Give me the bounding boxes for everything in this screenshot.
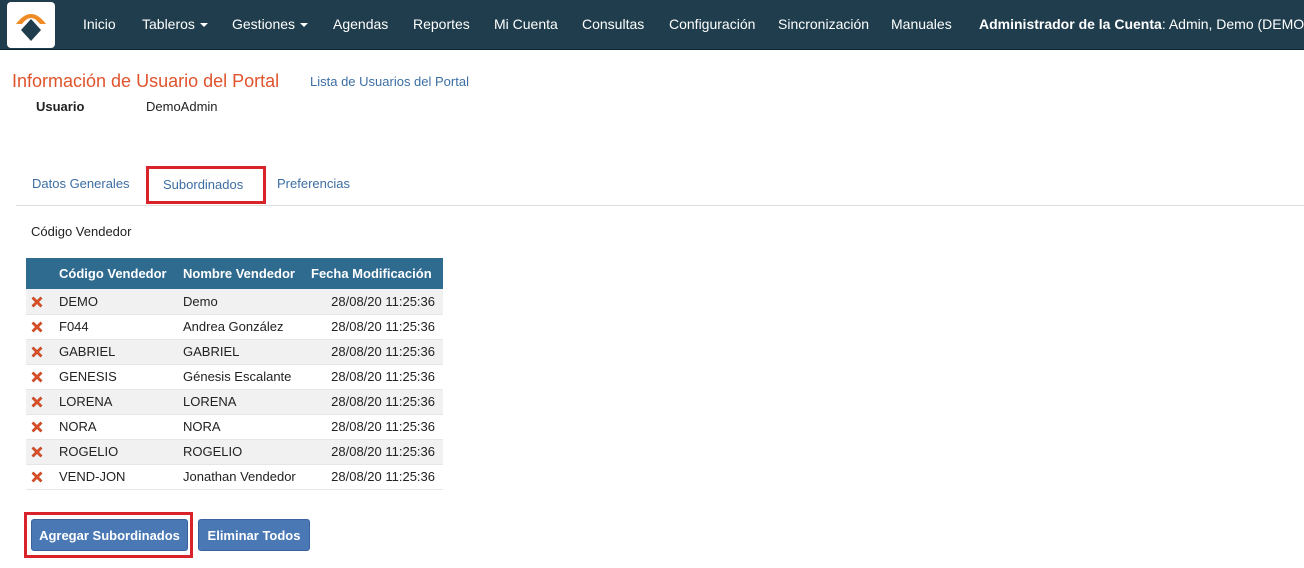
cell-fecha: 28/08/20 11:25:36 bbox=[305, 389, 443, 415]
table-row: NORA NORA 28/08/20 11:25:36 bbox=[26, 414, 443, 440]
nav-label: Inicio bbox=[83, 16, 116, 32]
nav-account-menu[interactable]: Administrador de la Cuenta: Admin, Demo … bbox=[979, 0, 1304, 50]
tab-datos-generales[interactable]: Datos Generales bbox=[32, 176, 130, 191]
brand-logo[interactable] bbox=[7, 2, 55, 48]
nav-label: Tableros bbox=[142, 16, 195, 32]
cell-nombre: Génesis Escalante bbox=[177, 364, 305, 390]
cell-nombre: Demo bbox=[177, 289, 305, 315]
cell-codigo: DEMO bbox=[53, 289, 177, 315]
nav-agendas[interactable]: Agendas bbox=[333, 0, 388, 50]
cell-fecha: 28/08/20 11:25:36 bbox=[305, 314, 443, 340]
cell-codigo: LORENA bbox=[53, 389, 177, 415]
portal-users-list-link[interactable]: Lista de Usuarios del Portal bbox=[310, 74, 469, 89]
table-header-row: Código Vendedor Nombre Vendedor Fecha Mo… bbox=[26, 258, 443, 289]
cell-codigo: GABRIEL bbox=[53, 339, 177, 365]
cell-codigo: F044 bbox=[53, 314, 177, 340]
row-action-cell bbox=[26, 339, 53, 365]
delete-x-icon[interactable] bbox=[30, 445, 44, 459]
cell-nombre: Jonathan Vendedor bbox=[177, 464, 305, 490]
cell-codigo: NORA bbox=[53, 414, 177, 440]
table-row: DEMO Demo 28/08/20 11:25:36 bbox=[26, 289, 443, 315]
row-action-cell bbox=[26, 364, 53, 390]
nav-consultas[interactable]: Consultas bbox=[582, 0, 644, 50]
cell-nombre: ROGELIO bbox=[177, 439, 305, 465]
row-action-cell bbox=[26, 439, 53, 465]
row-action-cell bbox=[26, 464, 53, 490]
header-action-col bbox=[26, 258, 53, 289]
nav-label: Configuración bbox=[669, 16, 756, 32]
nav-gestiones[interactable]: Gestiones bbox=[232, 0, 309, 50]
nav-reportes[interactable]: Reportes bbox=[413, 0, 470, 50]
row-action-cell bbox=[26, 289, 53, 315]
nav-tableros[interactable]: Tableros bbox=[142, 0, 208, 50]
nav-inicio[interactable]: Inicio bbox=[83, 0, 116, 50]
table-row: ROGELIO ROGELIO 28/08/20 11:25:36 bbox=[26, 439, 443, 465]
header-nombre[interactable]: Nombre Vendedor bbox=[177, 258, 305, 289]
cell-codigo: GENESIS bbox=[53, 364, 177, 390]
nav-label: Sincronización bbox=[778, 16, 870, 32]
table-row: LORENA LORENA 28/08/20 11:25:36 bbox=[26, 389, 443, 415]
caret-down-icon bbox=[300, 23, 309, 28]
nav-manuales[interactable]: Manuales bbox=[891, 0, 952, 50]
delete-all-button[interactable]: Eliminar Todos bbox=[198, 519, 310, 551]
cell-fecha: 28/08/20 11:25:36 bbox=[305, 414, 443, 440]
cell-codigo: ROGELIO bbox=[53, 439, 177, 465]
table-row: GENESIS Génesis Escalante 28/08/20 11:25:3… bbox=[26, 364, 443, 390]
account-role: Administrador de la Cuenta bbox=[979, 16, 1162, 32]
cell-fecha: 28/08/20 11:25:36 bbox=[305, 364, 443, 390]
delete-x-icon[interactable] bbox=[30, 370, 44, 384]
nav-label: Agendas bbox=[333, 16, 389, 32]
tab-subordinados[interactable]: Subordinados bbox=[163, 177, 243, 192]
row-action-cell bbox=[26, 389, 53, 415]
delete-x-icon[interactable] bbox=[30, 295, 44, 309]
cell-nombre: LORENA bbox=[177, 389, 305, 415]
cell-fecha: 28/08/20 11:25:36 bbox=[305, 439, 443, 465]
cell-nombre: GABRIEL bbox=[177, 339, 305, 365]
section-label: Código Vendedor bbox=[31, 224, 132, 239]
cell-fecha: 28/08/20 11:25:36 bbox=[305, 464, 443, 490]
row-action-cell bbox=[26, 314, 53, 340]
nav-configuracion[interactable]: Configuración bbox=[669, 0, 755, 50]
user-label: Usuario bbox=[36, 99, 85, 114]
nav-label: Manuales bbox=[891, 16, 952, 32]
cell-nombre: Andrea González bbox=[177, 314, 305, 340]
cell-nombre: NORA bbox=[177, 414, 305, 440]
user-value: DemoAdmin bbox=[146, 99, 218, 114]
tab-preferencias[interactable]: Preferencias bbox=[277, 176, 350, 191]
table-row: F044 Andrea González 28/08/20 11:25:36 bbox=[26, 314, 443, 340]
nav-label: Consultas bbox=[582, 16, 645, 32]
account-user: : Admin, Demo (DEMO) bbox=[1161, 16, 1304, 32]
cell-fecha: 28/08/20 11:25:36 bbox=[305, 289, 443, 315]
top-navbar: Inicio Tableros Gestiones Agendas Report… bbox=[0, 0, 1304, 50]
cell-codigo: VEND-JON bbox=[53, 464, 177, 490]
header-fecha[interactable]: Fecha Modificación bbox=[305, 258, 443, 289]
row-action-cell bbox=[26, 414, 53, 440]
header-codigo[interactable]: Código Vendedor bbox=[53, 258, 177, 289]
subordinates-table: Código Vendedor Nombre Vendedor Fecha Mo… bbox=[26, 258, 443, 490]
cell-fecha: 28/08/20 11:25:36 bbox=[305, 339, 443, 365]
page-title: Información de Usuario del Portal bbox=[12, 71, 280, 91]
table-row: GABRIEL GABRIEL 28/08/20 11:25:36 bbox=[26, 339, 443, 365]
tabs-divider bbox=[16, 205, 1304, 206]
nav-sincronizacion[interactable]: Sincronización bbox=[778, 0, 869, 50]
delete-x-icon[interactable] bbox=[30, 345, 44, 359]
delete-x-icon[interactable] bbox=[30, 420, 44, 434]
nav-label: Reportes bbox=[413, 16, 470, 32]
table-body: DEMO Demo 28/08/20 11:25:36 F044 Andrea Gonz… bbox=[26, 289, 443, 490]
nav-mi-cuenta[interactable]: Mi Cuenta bbox=[494, 0, 558, 50]
add-subordinates-button[interactable]: Agregar Subordinados bbox=[31, 519, 188, 551]
caret-down-icon bbox=[199, 23, 208, 28]
nav-label: Mi Cuenta bbox=[494, 16, 558, 32]
delete-x-icon[interactable] bbox=[30, 395, 44, 409]
delete-x-icon[interactable] bbox=[30, 320, 44, 334]
table-row: VEND-JON Jonathan Vendedor 28/08/20 11:25:… bbox=[26, 464, 443, 490]
brand-logo-icon bbox=[16, 14, 46, 41]
nav-label: Gestiones bbox=[232, 16, 296, 32]
delete-x-icon[interactable] bbox=[30, 470, 44, 484]
